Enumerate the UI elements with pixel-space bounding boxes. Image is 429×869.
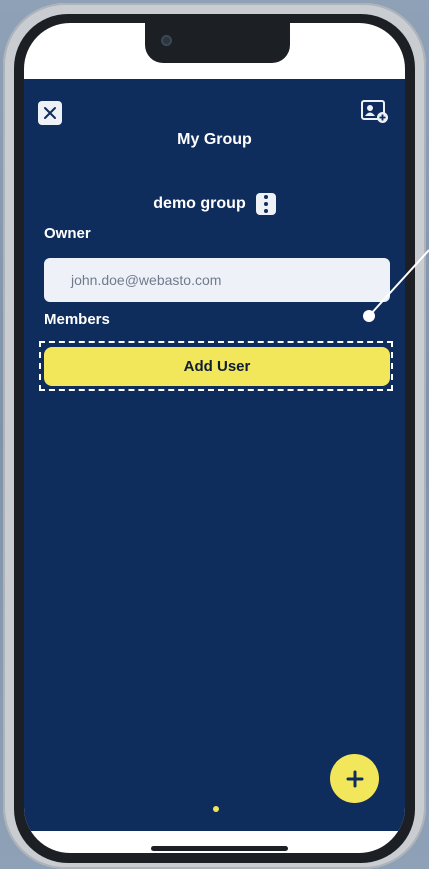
owner-label: Owner [44, 225, 91, 242]
group-row: demo group [24, 193, 405, 215]
add-fab-button[interactable] [330, 754, 379, 803]
page-title: My Group [177, 131, 252, 148]
camera-icon [161, 35, 172, 46]
screen: My Group demo group Owner john.doe@webas… [24, 23, 405, 853]
group-menu-button[interactable] [255, 193, 276, 215]
owner-email-field: john.doe@webasto.com [44, 258, 390, 302]
group-name: demo group [153, 195, 246, 212]
page-indicator-dot [213, 806, 219, 812]
add-contact-icon [361, 100, 388, 123]
close-icon [44, 107, 56, 119]
phone-bezel: My Group demo group Owner john.doe@webas… [14, 14, 415, 863]
owner-email: john.doe@webasto.com [71, 272, 222, 288]
plus-icon [346, 770, 363, 787]
my-group-screen: My Group demo group Owner john.doe@webas… [24, 79, 405, 831]
kebab-menu-icon [263, 195, 268, 199]
members-label: Members [44, 311, 110, 328]
home-indicator [151, 846, 288, 851]
close-button[interactable] [38, 101, 62, 125]
add-user-button[interactable]: Add User [44, 347, 390, 386]
phone-frame: My Group demo group Owner john.doe@webas… [3, 3, 426, 869]
notch [145, 23, 290, 63]
add-member-button[interactable] [361, 99, 389, 125]
